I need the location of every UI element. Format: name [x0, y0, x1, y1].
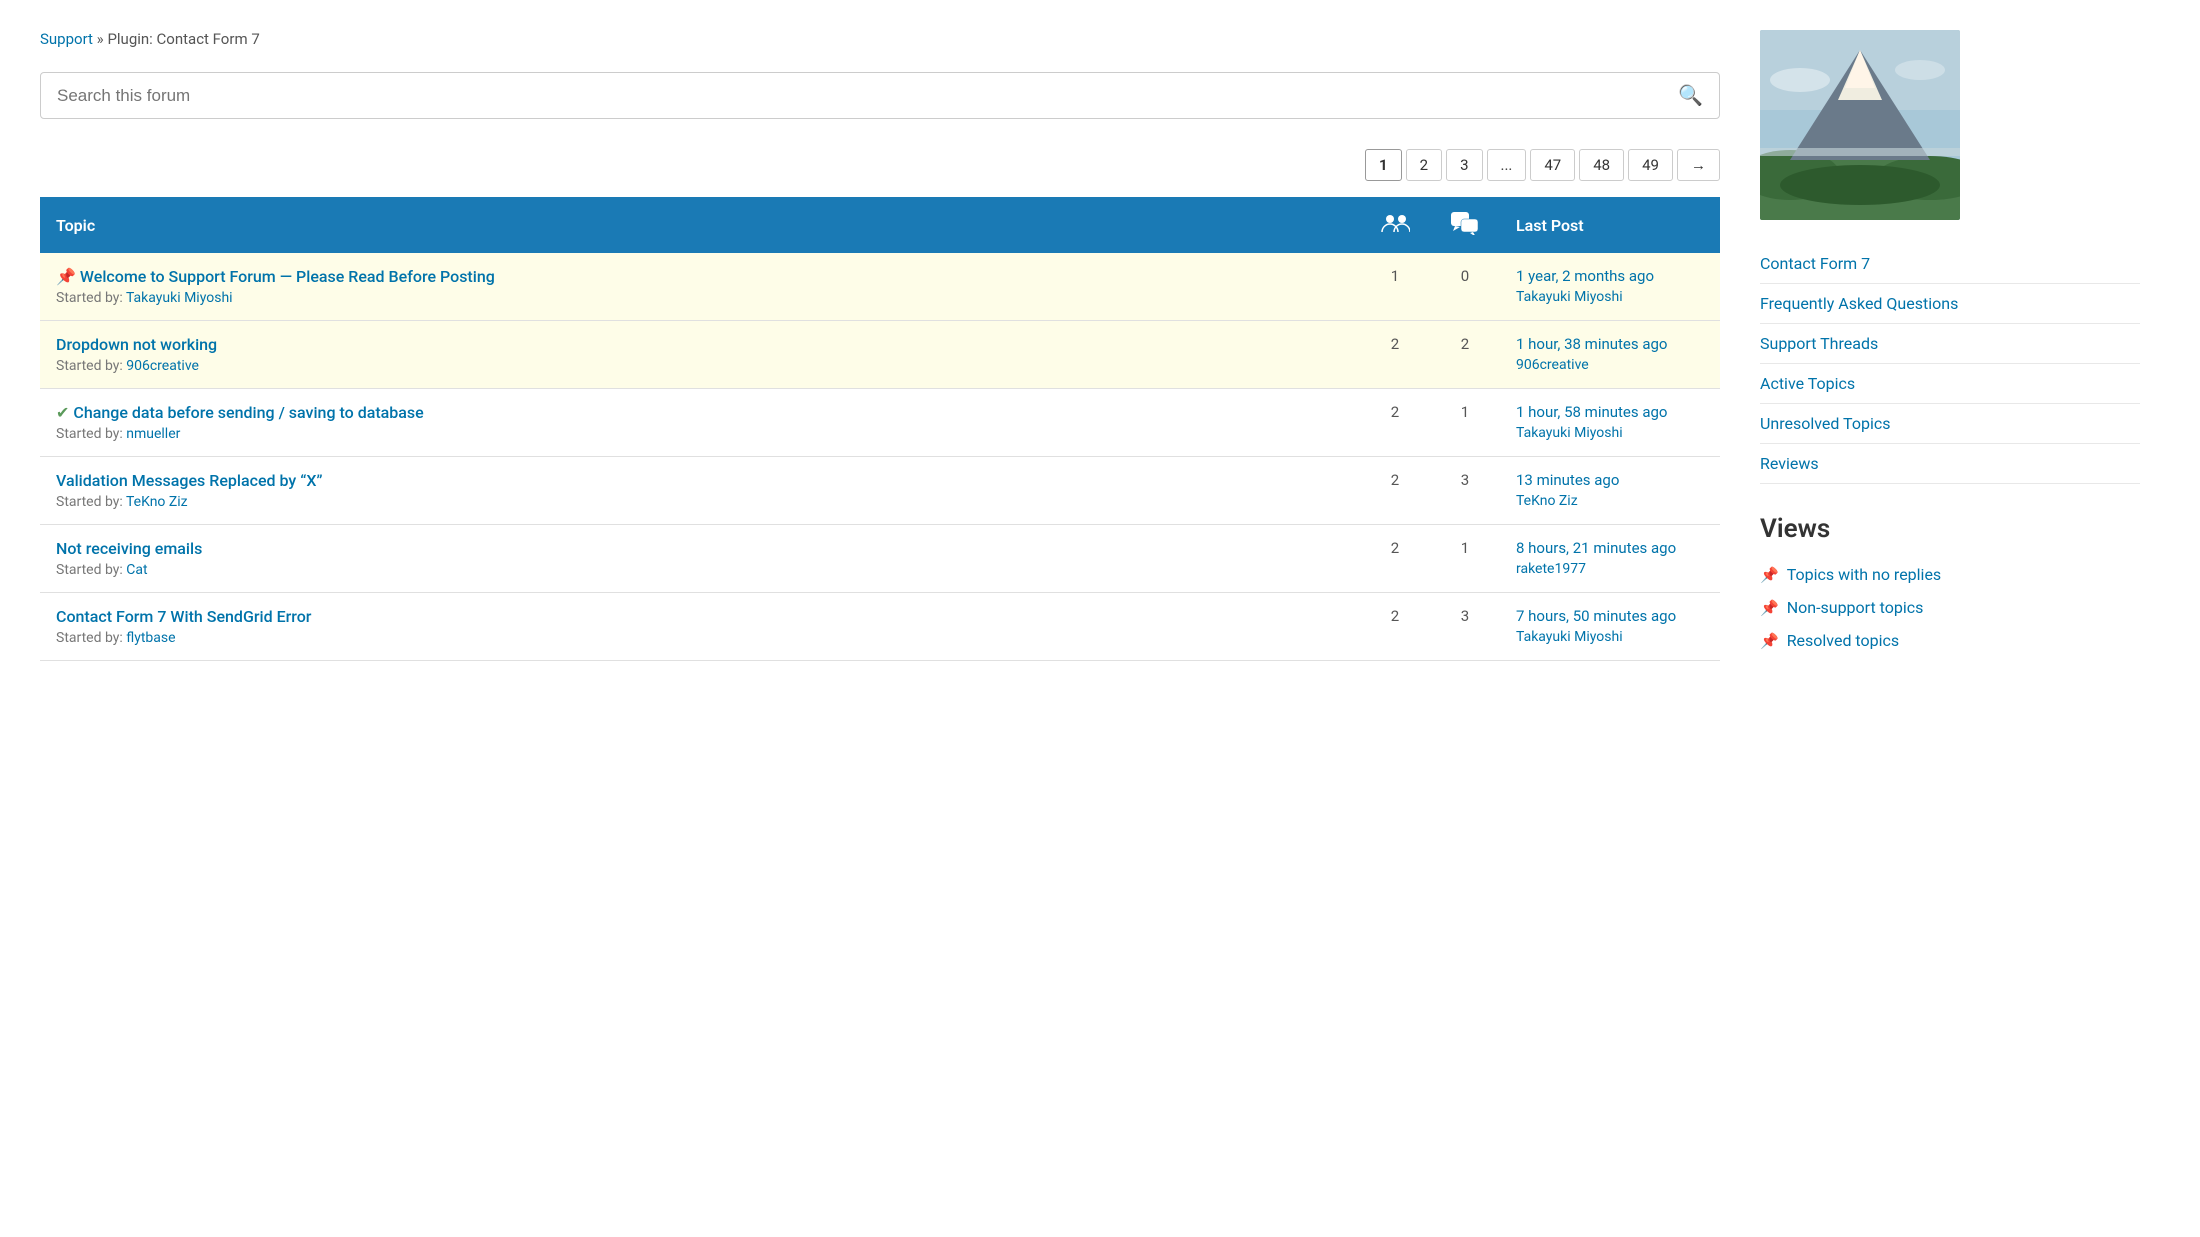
last-post-cell: 7 hours, 50 minutes ago Takayuki Miyoshi [1500, 593, 1720, 661]
col-header-voices [1360, 197, 1430, 253]
table-row: 📌Welcome to Support Forum — Please Read … [40, 253, 1720, 321]
search-container: 🔍 [40, 72, 1720, 119]
voices-count: 1 [1360, 253, 1430, 321]
pin-icon: 📌 [1760, 566, 1779, 584]
table-row: Dropdown not working Started by: 906creat… [40, 321, 1720, 389]
topic-meta: Started by: nmueller [56, 426, 1344, 442]
sidebar-link-0[interactable]: Contact Form 7 [1760, 244, 2140, 284]
voices-count: 2 [1360, 525, 1430, 593]
replies-icon [1450, 211, 1480, 235]
topic-title-link[interactable]: ✔Change data before sending / saving to … [56, 403, 1344, 422]
col-header-lastpost: Last Post [1500, 197, 1720, 253]
sidebar-views: Views 📌Topics with no replies📌Non-suppor… [1760, 514, 2140, 657]
pin-icon: 📌 [1760, 599, 1779, 617]
sidebar-image [1760, 30, 1960, 220]
voices-count: 2 [1360, 321, 1430, 389]
topic-meta: Started by: 906creative [56, 358, 1344, 374]
replies-count: 2 [1430, 321, 1500, 389]
last-post-time-link[interactable]: 8 hours, 21 minutes ago [1516, 539, 1704, 557]
views-title: Views [1760, 514, 2140, 544]
topic-title-link[interactable]: 📌Welcome to Support Forum — Please Read … [56, 267, 1344, 286]
breadcrumb: Support » Plugin: Contact Form 7 [40, 30, 1720, 48]
topic-title-link[interactable]: Contact Form 7 With SendGrid Error [56, 607, 1344, 626]
search-button[interactable]: 🔍 [1678, 83, 1703, 108]
page-btn-1[interactable]: 1 [1365, 149, 1402, 181]
sidebar-link-2[interactable]: Support Threads [1760, 324, 2140, 364]
last-post-author-link[interactable]: TeKno Ziz [1516, 493, 1704, 509]
last-post-author-link[interactable]: 906creative [1516, 357, 1704, 373]
last-post-time-link[interactable]: 1 hour, 58 minutes ago [1516, 403, 1704, 421]
last-post-time-link[interactable]: 1 hour, 38 minutes ago [1516, 335, 1704, 353]
replies-count: 3 [1430, 593, 1500, 661]
topic-meta: Started by: Takayuki Miyoshi [56, 290, 1344, 306]
check-icon: ✔ [56, 403, 69, 422]
col-header-replies [1430, 197, 1500, 253]
last-post-author-link[interactable]: Takayuki Miyoshi [1516, 425, 1704, 441]
last-post-cell: 13 minutes ago TeKno Ziz [1500, 457, 1720, 525]
last-post-time-link[interactable]: 1 year, 2 months ago [1516, 267, 1704, 285]
forum-table: Topic [40, 197, 1720, 661]
breadcrumb-separator: » [97, 30, 104, 48]
table-row: Validation Messages Replaced by “X” Start… [40, 457, 1720, 525]
topic-author-link[interactable]: TeKno Ziz [126, 494, 188, 510]
topic-title-link[interactable]: Dropdown not working [56, 335, 1344, 354]
sidebar-link-1[interactable]: Frequently Asked Questions [1760, 284, 2140, 324]
search-icon: 🔍 [1678, 85, 1703, 107]
replies-count: 1 [1430, 525, 1500, 593]
voices-icon [1380, 212, 1410, 234]
table-row: Contact Form 7 With SendGrid Error Starte… [40, 593, 1720, 661]
page-btn-47[interactable]: 47 [1530, 149, 1575, 181]
replies-count: 3 [1430, 457, 1500, 525]
last-post-cell: 1 hour, 38 minutes ago 906creative [1500, 321, 1720, 389]
page-btn-3[interactable]: 3 [1446, 149, 1482, 181]
last-post-time-link[interactable]: 7 hours, 50 minutes ago [1516, 607, 1704, 625]
table-row: ✔Change data before sending / saving to … [40, 389, 1720, 457]
page-btn-dots[interactable]: ... [1487, 149, 1527, 181]
topic-meta: Started by: TeKno Ziz [56, 494, 1344, 510]
replies-count: 0 [1430, 253, 1500, 321]
last-post-cell: 8 hours, 21 minutes ago rakete1977 [1500, 525, 1720, 593]
topic-title-link[interactable]: Validation Messages Replaced by “X” [56, 471, 1344, 490]
sidebar-link-5[interactable]: Reviews [1760, 444, 2140, 484]
voices-count: 2 [1360, 457, 1430, 525]
topic-author-link[interactable]: nmueller [126, 426, 180, 442]
last-post-author-link[interactable]: Takayuki Miyoshi [1516, 289, 1704, 305]
replies-count: 1 [1430, 389, 1500, 457]
page-btn-next[interactable]: → [1677, 149, 1720, 181]
topic-author-link[interactable]: 906creative [126, 358, 199, 374]
topic-title-link[interactable]: Not receiving emails [56, 539, 1344, 558]
table-row: Not receiving emailsStarted by: Cat218 h… [40, 525, 1720, 593]
view-link-0[interactable]: 📌Topics with no replies [1760, 558, 2140, 591]
sidebar-link-3[interactable]: Active Topics [1760, 364, 2140, 404]
topic-author-link[interactable]: Takayuki Miyoshi [126, 290, 233, 306]
topic-meta: Started by: flytbase [56, 630, 1344, 646]
view-link-1[interactable]: 📌Non-support topics [1760, 591, 2140, 624]
pin-icon: 📌 [1760, 632, 1779, 650]
voices-count: 2 [1360, 593, 1430, 661]
main-content: Support » Plugin: Contact Form 7 🔍 1 2 3… [40, 30, 1720, 661]
sidebar: Contact Form 7Frequently Asked Questions… [1760, 30, 2140, 661]
sidebar-links: Contact Form 7Frequently Asked Questions… [1760, 244, 2140, 484]
pagination: 1 2 3 ... 47 48 49 → [40, 149, 1720, 181]
last-post-author-link[interactable]: Takayuki Miyoshi [1516, 629, 1704, 645]
topic-author-link[interactable]: Cat [126, 562, 147, 578]
breadcrumb-support-link[interactable]: Support [40, 30, 93, 48]
view-link-2[interactable]: 📌Resolved topics [1760, 624, 2140, 657]
col-header-topic: Topic [40, 197, 1360, 253]
last-post-cell: 1 year, 2 months ago Takayuki Miyoshi [1500, 253, 1720, 321]
page-btn-2[interactable]: 2 [1406, 149, 1442, 181]
breadcrumb-current: Plugin: Contact Form 7 [107, 30, 259, 48]
voices-count: 2 [1360, 389, 1430, 457]
last-post-author-link[interactable]: rakete1977 [1516, 561, 1704, 577]
pin-icon: 📌 [56, 267, 76, 286]
sidebar-link-4[interactable]: Unresolved Topics [1760, 404, 2140, 444]
last-post-time-link[interactable]: 13 minutes ago [1516, 471, 1704, 489]
search-input[interactable] [57, 86, 1678, 106]
page-btn-49[interactable]: 49 [1628, 149, 1673, 181]
last-post-cell: 1 hour, 58 minutes ago Takayuki Miyoshi [1500, 389, 1720, 457]
topic-author-link[interactable]: flytbase [126, 630, 175, 646]
page-btn-48[interactable]: 48 [1579, 149, 1624, 181]
topic-meta: Started by: Cat [56, 562, 1344, 578]
